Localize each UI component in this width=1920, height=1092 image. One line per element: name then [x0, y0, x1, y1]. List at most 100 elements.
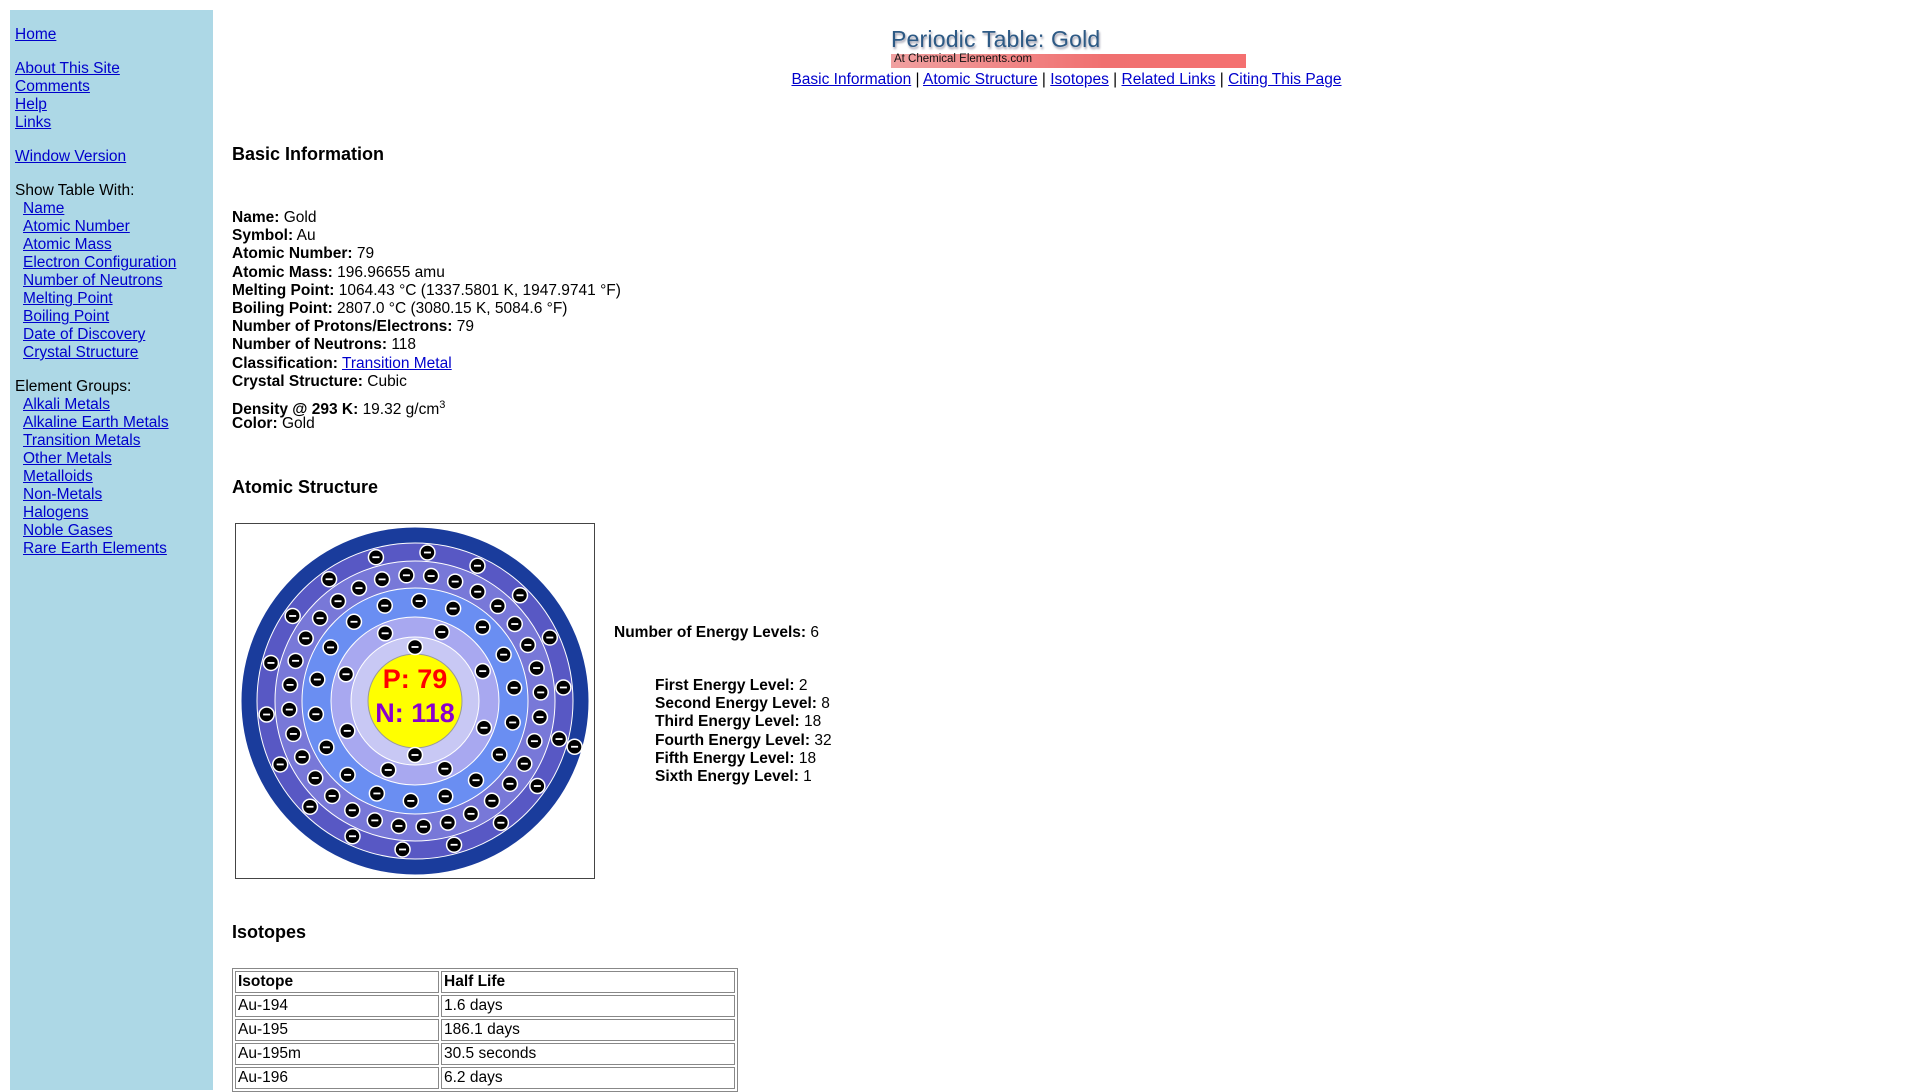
electron: [436, 760, 454, 777]
group-metalloids[interactable]: Metalloids: [23, 468, 93, 485]
group-alkaline-earth-metals[interactable]: Alkaline Earth Metals: [23, 414, 169, 431]
nav-basic-information[interactable]: Basic Information: [791, 71, 911, 88]
electron: [474, 662, 491, 680]
table-header-row: Isotope Half Life: [235, 971, 735, 993]
nucleus-protons: P: 79: [383, 664, 448, 694]
name-value: Gold: [283, 209, 317, 226]
group-alkali-metals[interactable]: Alkali Metals: [23, 396, 110, 413]
electron: [262, 654, 280, 672]
nav-isotopes[interactable]: Isotopes: [1050, 71, 1109, 88]
electron: [492, 814, 510, 832]
energy-level-1: First Energy Level: 2: [655, 677, 832, 695]
electron: [293, 748, 311, 766]
table-option-date-of-discovery[interactable]: Date of Discovery: [23, 326, 145, 343]
electron: [550, 730, 568, 748]
energy-level-4: Fourth Energy Level: 32: [655, 732, 832, 750]
electron: [501, 775, 519, 793]
isotopes-table: Isotope Half Life Au-194 1.6 days Au-195…: [232, 968, 738, 1092]
electron: [532, 684, 549, 701]
energy-level-label: Third Energy Level:: [655, 713, 800, 731]
electron: [376, 625, 394, 642]
boiling-point-label: Boiling Point:: [232, 300, 333, 318]
group-noble-gases[interactable]: Noble Gases: [23, 522, 113, 539]
group-transition-metals[interactable]: Transition Metals: [23, 432, 140, 449]
electron: [322, 639, 339, 656]
color-label: Color:: [232, 415, 278, 433]
electron: [475, 719, 493, 737]
table-option-crystal-structure[interactable]: Crystal Structure: [23, 344, 138, 361]
electron: [469, 583, 486, 600]
crystal-structure-value: Cubic: [367, 372, 407, 390]
energy-level-value: 18: [804, 713, 822, 731]
isotope-cell: Au-195m: [235, 1043, 439, 1065]
table-option-atomic-mass[interactable]: Atomic Mass: [23, 236, 112, 253]
electron: [483, 792, 501, 810]
energy-level-list: First Energy Level: 2 Second Energy Leve…: [655, 677, 832, 786]
density-value: 19.32 g/cm: [362, 401, 440, 419]
electron: [489, 597, 507, 615]
electron: [339, 722, 356, 740]
half-life-column-header: Half Life: [444, 973, 506, 990]
nav-separator: |: [1041, 71, 1046, 88]
isotopes-heading: Isotopes: [232, 922, 307, 942]
electron: [446, 573, 464, 590]
logo-title: Periodic Table: Gold: [891, 26, 1101, 52]
group-non-metals[interactable]: Non-Metals: [23, 486, 102, 503]
nav-citing-this-page[interactable]: Citing This Page: [1228, 71, 1341, 88]
comments-link[interactable]: Comments: [15, 78, 90, 95]
electron: [337, 665, 355, 683]
electron: [506, 615, 524, 633]
page-header: Periodic Table: Gold At Chemical Element…: [213, 26, 1920, 89]
show-table-with-label: Show Table With:: [15, 182, 135, 199]
electron: [402, 792, 420, 810]
atomic-structure-heading: Atomic Structure: [232, 477, 379, 497]
electron: [301, 798, 319, 815]
electron: [555, 679, 572, 696]
electron: [309, 671, 326, 688]
electron: [415, 818, 432, 835]
half-life-cell: 1.6 days: [441, 995, 735, 1017]
electron: [511, 587, 529, 604]
electron: [445, 836, 463, 854]
basic-information: Name: Gold Symbol: Au Atomic Number: 79 …: [232, 209, 621, 434]
table-option-electron-configuration[interactable]: Electron Configuration: [23, 254, 176, 271]
electron: [311, 609, 329, 627]
table-option-melting-point[interactable]: Melting Point: [23, 290, 113, 307]
electron: [433, 623, 451, 641]
energy-level-value: 8: [821, 695, 830, 713]
energy-level-value: 2: [798, 677, 808, 694]
table-option-boiling-point[interactable]: Boiling Point: [23, 308, 109, 325]
group-other-metals[interactable]: Other Metals: [23, 450, 112, 467]
group-halogens[interactable]: Halogens: [23, 504, 89, 521]
group-rare-earth-elements[interactable]: Rare Earth Elements: [23, 540, 167, 557]
help-link[interactable]: Help: [15, 96, 47, 113]
nav-related-links[interactable]: Related Links: [1122, 71, 1216, 88]
electron: [379, 761, 397, 779]
table-option-atomic-number[interactable]: Atomic Number: [23, 218, 130, 235]
isotope-cell: Au-196: [235, 1067, 439, 1089]
classification-link[interactable]: Transition Metal: [342, 355, 452, 372]
electron: [339, 766, 356, 784]
energy-level-label: Fourth Energy Level:: [655, 731, 811, 749]
links-link[interactable]: Links: [15, 114, 51, 131]
table-option-neutrons[interactable]: Number of Neutrons: [23, 272, 163, 289]
electron: [531, 708, 549, 726]
energy-level-label: First Energy Level:: [655, 677, 795, 694]
electron: [345, 613, 363, 631]
electron: [271, 756, 289, 773]
table-option-name[interactable]: Name: [23, 200, 64, 217]
isotope-cell: Au-194: [235, 995, 439, 1017]
window-version-link[interactable]: Window Version: [15, 148, 126, 165]
electron: [495, 646, 512, 663]
home-link[interactable]: Home: [15, 26, 56, 43]
boiling-point-value: 2807.0 °C (3080.15 K, 5084.6 °F): [337, 300, 568, 318]
energy-level-value: 18: [798, 749, 817, 767]
nav-atomic-structure[interactable]: Atomic Structure: [923, 71, 1038, 88]
electron: [566, 738, 583, 755]
nucleus-neutrons: N: 118: [375, 698, 455, 728]
energy-level-value: 32: [814, 731, 832, 749]
about-link[interactable]: About This Site: [15, 60, 120, 77]
electron: [323, 787, 341, 805]
symbol-value: Au: [296, 227, 316, 245]
site-logo: Periodic Table: Gold At Chemical Element…: [891, 26, 1246, 70]
